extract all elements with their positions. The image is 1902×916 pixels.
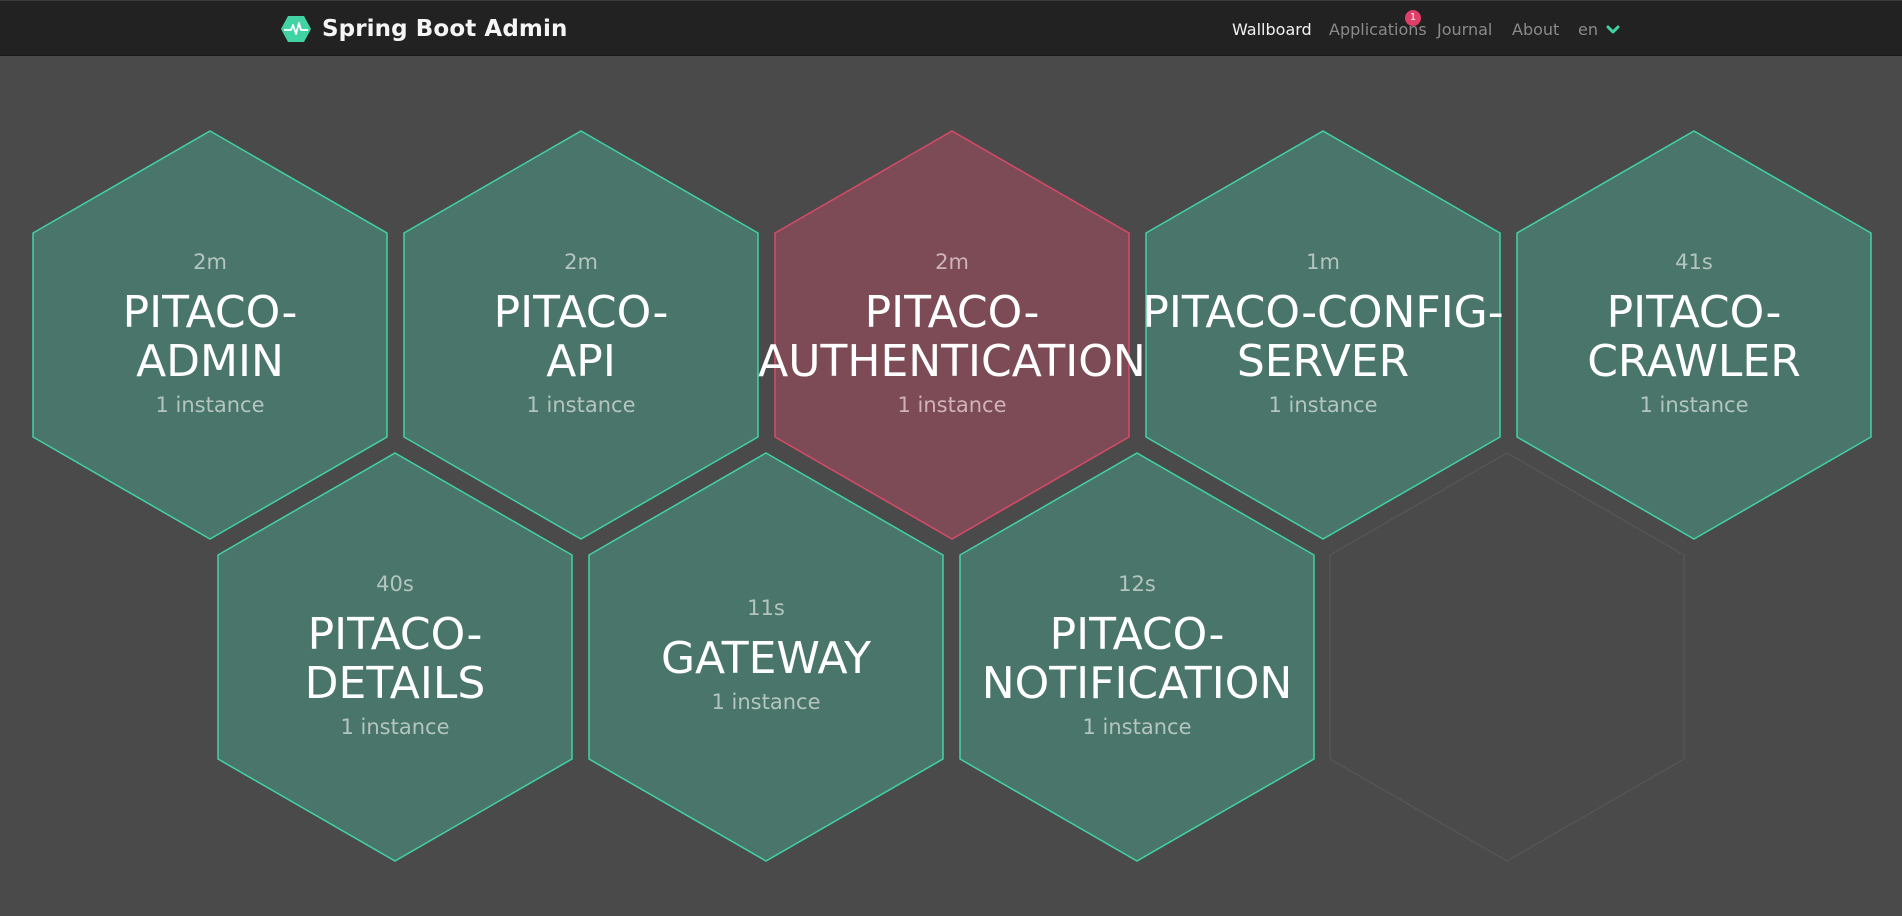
application-hexagon[interactable]	[1145, 130, 1501, 540]
application-hexagon[interactable]	[403, 130, 759, 540]
application-hexagon[interactable]	[774, 130, 1130, 540]
wallboard-grid: 2m PITACO- ADMIN 1 instance 2m PITACO- API 1 …	[0, 0, 1902, 916]
application-hexagon[interactable]	[959, 452, 1315, 862]
hexagon-layer	[32, 130, 1872, 862]
application-hexagon[interactable]	[588, 452, 944, 862]
application-hexagon[interactable]	[32, 130, 388, 540]
application-hexagon[interactable]	[1516, 130, 1872, 540]
application-hexagon[interactable]	[217, 452, 573, 862]
empty-hex-slot	[1329, 452, 1685, 862]
